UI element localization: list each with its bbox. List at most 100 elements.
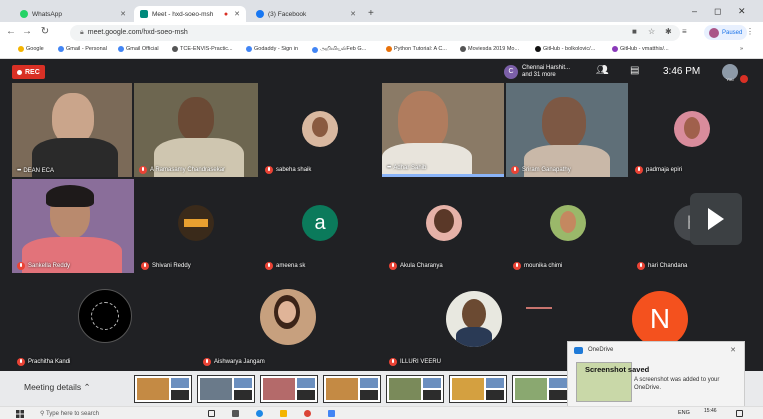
bookmark-item[interactable]: GitHub - bolkolovic/... bbox=[535, 46, 595, 52]
reload-icon[interactable]: ↻ bbox=[38, 26, 52, 37]
taskbar-preview-thumbnail[interactable] bbox=[323, 375, 381, 403]
taskbar-clock[interactable]: 15:46 bbox=[704, 408, 717, 414]
edge-icon[interactable] bbox=[256, 410, 263, 417]
github-icon bbox=[535, 46, 541, 52]
github-icon bbox=[612, 46, 618, 52]
more-options-icon[interactable]: ••• bbox=[17, 168, 21, 174]
google-icon bbox=[312, 46, 318, 53]
star-icon[interactable]: ☆ bbox=[648, 27, 655, 36]
participant-name: A Ramasamy Chandrasekar bbox=[139, 166, 225, 174]
participant-tile[interactable]: Sankella Reddy bbox=[12, 179, 134, 273]
profile-status: Paused bbox=[722, 29, 743, 36]
bookmark-item[interactable]: Gmail - Personal bbox=[58, 46, 107, 52]
close-window-icon[interactable]: ✕ bbox=[738, 6, 746, 17]
notification-body: A screenshot was added to your OneDrive. bbox=[634, 377, 720, 391]
participant-tile[interactable]: Prachitha Kandi bbox=[12, 275, 196, 369]
app-icon[interactable] bbox=[232, 410, 239, 417]
close-tab-icon[interactable]: ✕ bbox=[120, 10, 126, 18]
participant-name: Sriram Ganapathy bbox=[511, 166, 571, 174]
bookmark-label: அறிவியல்Feb G... bbox=[320, 46, 367, 52]
participant-tile[interactable]: Aishwarya Jangam bbox=[198, 275, 382, 369]
mic-off-icon bbox=[637, 262, 645, 270]
participant-tile-blank[interactable] bbox=[510, 275, 570, 369]
onedrive-notification[interactable]: OneDrive ✕ Screenshot saved A screenshot… bbox=[567, 341, 745, 407]
placeholder-line bbox=[526, 307, 552, 309]
media-icon[interactable]: ≡ bbox=[682, 27, 687, 36]
participant-tile[interactable]: A Ramasamy Chandrasekar bbox=[134, 83, 258, 177]
tab-whatsapp[interactable]: WhatsApp ✕ bbox=[14, 6, 132, 22]
participant-tile[interactable]: Sriram Ganapathy bbox=[506, 83, 628, 177]
menu-icon[interactable]: ⋮ bbox=[746, 27, 754, 36]
participant-name: Shivani Reddy bbox=[141, 262, 191, 270]
mic-off-icon bbox=[513, 262, 521, 270]
taskbar-preview-thumbnail[interactable] bbox=[197, 375, 255, 403]
windows-start-icon[interactable] bbox=[16, 410, 24, 418]
participant-tile[interactable]: sabeha shaik bbox=[260, 83, 380, 177]
tab-facebook[interactable]: (3) Facebook ✕ bbox=[250, 6, 362, 22]
forward-icon[interactable]: → bbox=[20, 26, 34, 37]
maximize-icon[interactable]: ◻ bbox=[714, 6, 721, 17]
participant-avatar bbox=[260, 289, 316, 345]
taskbar-preview-thumbnail[interactable] bbox=[449, 375, 507, 403]
taskbar-search-box[interactable]: ⚲ Type here to search bbox=[40, 410, 99, 417]
file-explorer-icon[interactable] bbox=[280, 410, 287, 417]
people-icon[interactable]: 👥︎ bbox=[596, 65, 609, 76]
close-icon[interactable]: ✕ bbox=[730, 346, 736, 354]
participant-name: Prachitha Kandi bbox=[17, 358, 70, 366]
new-tab-button[interactable]: + bbox=[368, 8, 374, 19]
input-language[interactable]: ENG bbox=[678, 410, 690, 416]
bookmark-item[interactable]: TCE-ENVIS-Practic... bbox=[172, 46, 233, 52]
bookmark-item[interactable]: Godaddy - Sign in bbox=[246, 46, 298, 52]
participant-tile[interactable]: mounika chimi bbox=[508, 179, 630, 273]
minimize-icon[interactable]: – bbox=[692, 6, 697, 16]
participant-tile[interactable]: padmaja epiri bbox=[630, 83, 754, 177]
record-dot-icon bbox=[17, 69, 22, 75]
participant-tile-speaking[interactable]: ••• Adhar Sahib bbox=[382, 83, 504, 177]
camera-icon[interactable]: ■ bbox=[632, 27, 637, 36]
next-page-button[interactable] bbox=[690, 193, 742, 245]
task-view-icon[interactable] bbox=[208, 410, 215, 417]
close-tab-icon[interactable]: ✕ bbox=[350, 10, 356, 18]
taskbar-preview-thumbnail[interactable] bbox=[512, 375, 570, 403]
more-bookmarks-icon[interactable]: » bbox=[740, 46, 743, 52]
chrome-icon[interactable] bbox=[304, 410, 311, 417]
bookmark-item[interactable]: அறிவியல்Feb G... bbox=[312, 46, 366, 53]
taskbar-preview-thumbnail[interactable] bbox=[386, 375, 444, 403]
bookmark-item[interactable]: Gmail Official bbox=[118, 46, 159, 52]
meeting-details-button[interactable]: Meeting details ⌃ bbox=[24, 382, 91, 393]
notifications-icon[interactable] bbox=[736, 410, 743, 417]
app-icon[interactable] bbox=[328, 410, 335, 417]
participant-name: ••• Adhar Sahib bbox=[387, 165, 427, 171]
meet-stage: REC C Chennai Harshit... and 31 more 👥︎ ▤… bbox=[0, 59, 763, 371]
participant-name: ameena sk bbox=[265, 262, 305, 270]
participant-tile[interactable]: Shivani Reddy bbox=[136, 179, 258, 273]
participant-tile[interactable]: ILLURI VEERU bbox=[384, 275, 508, 369]
back-icon[interactable]: ← bbox=[4, 26, 18, 37]
tab-meet[interactable]: Meet - hxd-soeo-msh ● ✕ bbox=[134, 6, 246, 22]
taskbar-preview-thumbnail[interactable] bbox=[260, 375, 318, 403]
participant-avatar bbox=[426, 205, 462, 241]
bookmark-label: Python Tutorial: A C... bbox=[394, 46, 447, 52]
mic-off-icon bbox=[203, 358, 211, 366]
more-options-icon[interactable]: ••• bbox=[387, 165, 391, 171]
participant-tile[interactable]: ••• DEAN ECA bbox=[12, 83, 132, 177]
taskbar-preview-thumbnail[interactable] bbox=[134, 375, 192, 403]
bookmark-item[interactable]: Google bbox=[18, 46, 44, 52]
bookmark-item[interactable]: Python Tutorial: A C... bbox=[386, 46, 447, 52]
chat-icon[interactable]: ▤ bbox=[630, 65, 639, 76]
participant-name: Aishwarya Jangam bbox=[203, 358, 265, 366]
lock-icon: 🔒︎ bbox=[80, 29, 84, 36]
bookmark-item[interactable]: Moviesda 2019 Mo... bbox=[460, 46, 519, 52]
bookmark-item[interactable]: GitHub - vmatthis/... bbox=[612, 46, 669, 52]
search-icon: ⚲ bbox=[40, 411, 45, 417]
profile-button[interactable]: Paused bbox=[704, 25, 748, 40]
participant-tile[interactable]: a ameena sk bbox=[260, 179, 382, 273]
participants-chip[interactable]: C Chennai Harshit... and 31 more bbox=[504, 62, 570, 82]
participant-tile[interactable]: Akula Charanya bbox=[384, 179, 506, 273]
globe-icon bbox=[172, 46, 178, 52]
url-input[interactable]: 🔒︎ meet.google.com/hxd-soeo-msh bbox=[70, 25, 680, 41]
whatsapp-icon bbox=[20, 10, 28, 18]
bookmarks-bar: Google Gmail - Personal Gmail Official T… bbox=[0, 44, 763, 59]
extension-icon[interactable]: ✱ bbox=[665, 27, 672, 36]
close-tab-icon[interactable]: ✕ bbox=[234, 10, 240, 18]
